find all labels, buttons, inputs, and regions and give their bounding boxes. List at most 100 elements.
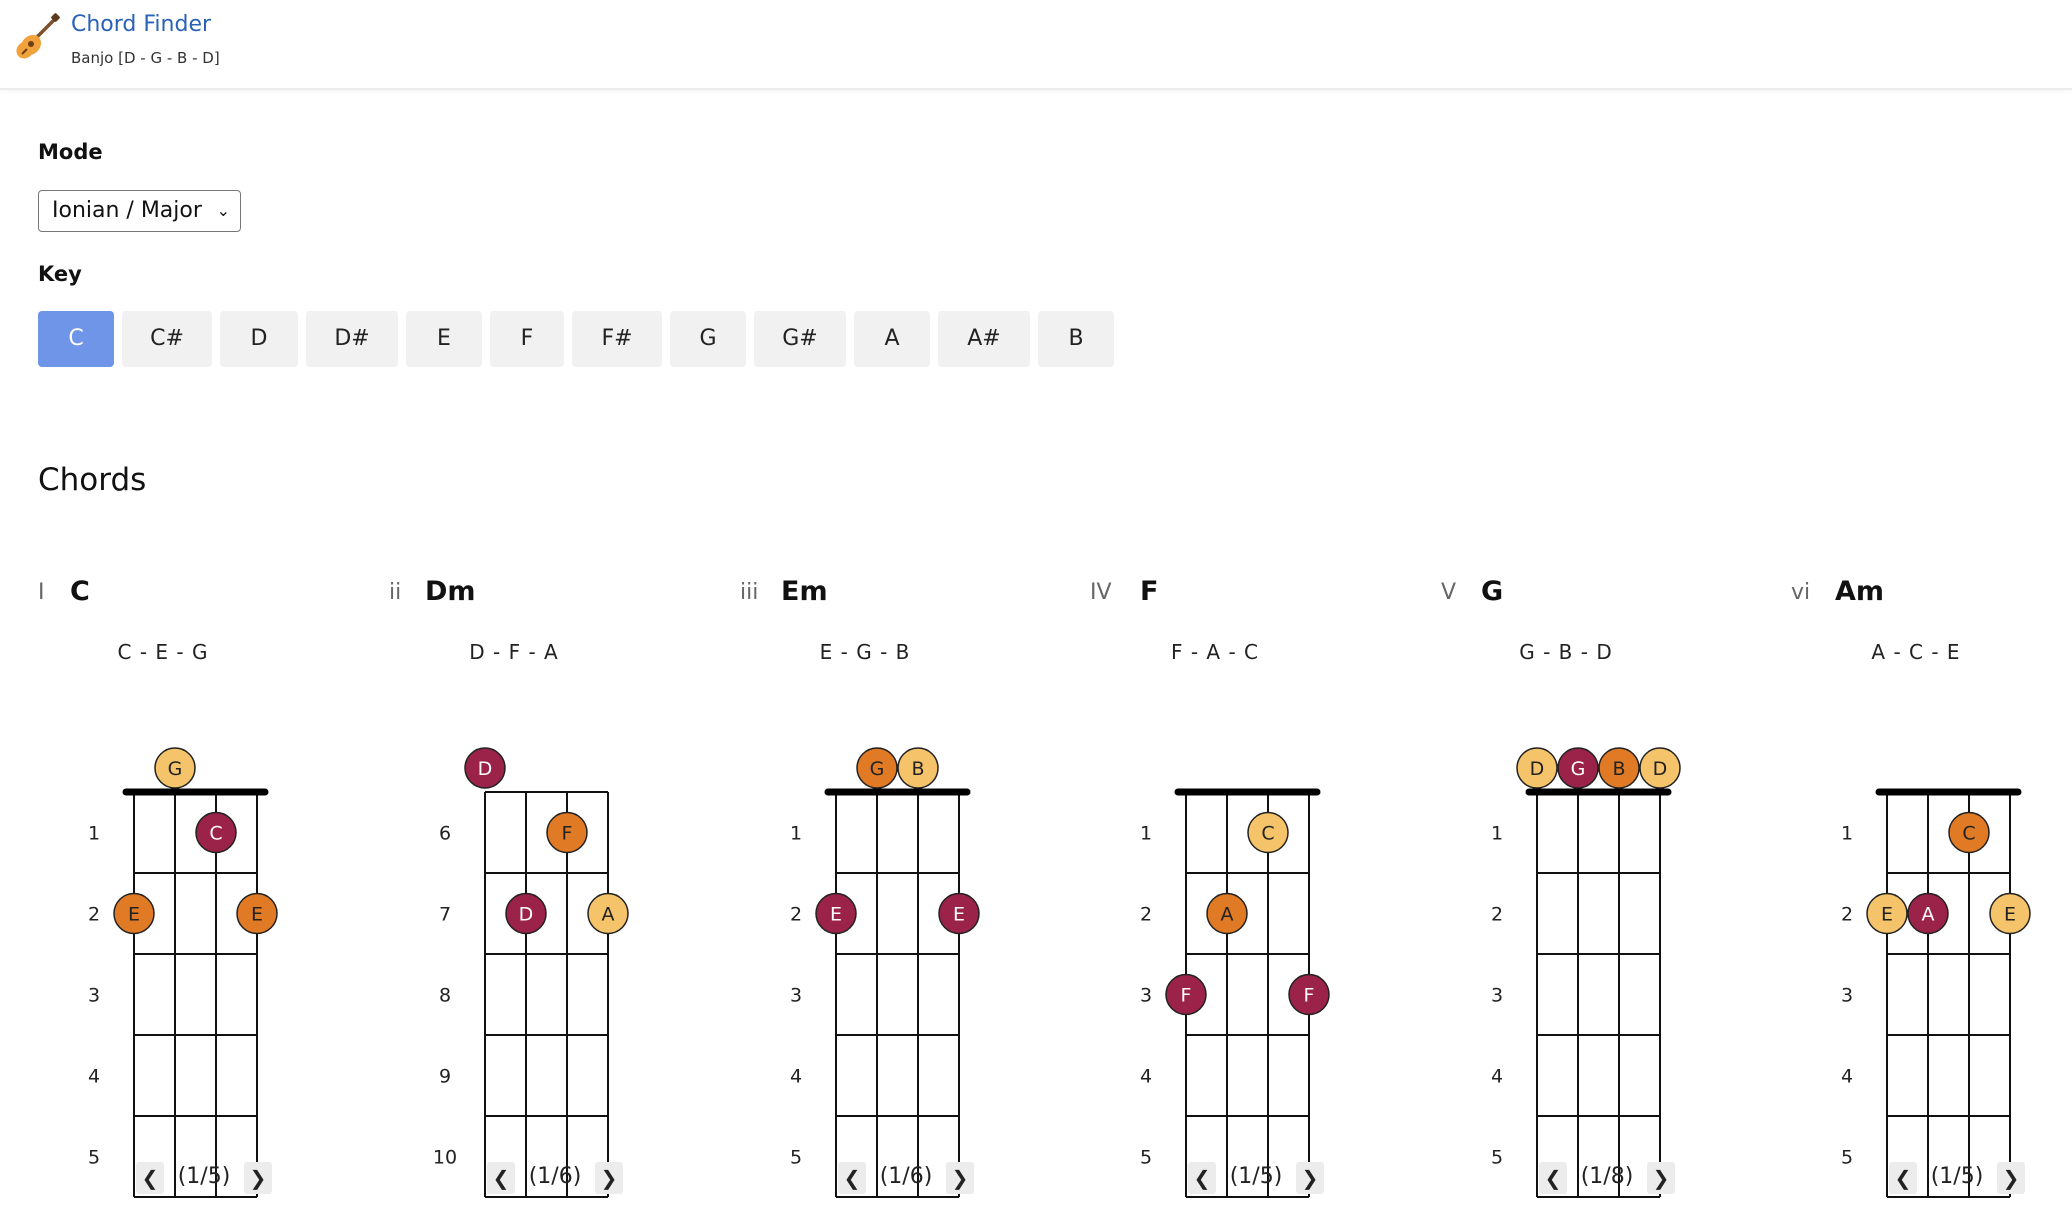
- note-dot-label: E: [953, 904, 965, 926]
- voicing-pager: ❮ (1/5) ❯: [1791, 1162, 2072, 1196]
- fret-number: 3: [790, 985, 802, 1007]
- note-dot-label: E: [2004, 904, 2016, 926]
- key-button-b[interactable]: B: [1038, 311, 1114, 367]
- chord-card: vi Am A - C - E 1 2 3 4 5 C E A E ❮ (1/5) ❯: [1791, 570, 2072, 1210]
- fret-number: 2: [1841, 904, 1853, 926]
- guitar-icon: [16, 13, 60, 59]
- voicing-pager: ❮ (1/8) ❯: [1441, 1162, 1771, 1196]
- chord-card: ICC - E - G 1 2 3 4 5 G C E E ❮ (1/5) ❯: [38, 570, 368, 1210]
- voicing-count: (1/6): [528, 1164, 582, 1189]
- fret-number: 7: [439, 904, 451, 926]
- note-dot-label: G: [1571, 758, 1586, 780]
- key-button-d[interactable]: D: [220, 311, 298, 367]
- note-dot: E: [113, 892, 155, 935]
- next-voicing-button[interactable]: ❯: [244, 1162, 272, 1194]
- prev-voicing-button[interactable]: ❮: [487, 1162, 515, 1194]
- next-voicing-button[interactable]: ❯: [595, 1162, 623, 1194]
- chord-card: iii Em E - G - B 1 2 3 4 5 G B E E ❮ (1/6) ❯: [740, 570, 1070, 1210]
- note-dot-label: E: [830, 904, 842, 926]
- prev-voicing-button[interactable]: ❮: [136, 1162, 164, 1194]
- note-dot-label: F: [1181, 985, 1192, 1007]
- prev-voicing-button[interactable]: ❮: [1889, 1162, 1917, 1194]
- mode-selected-value: Ionian / Major: [52, 198, 202, 223]
- note-dot: E: [815, 892, 857, 935]
- note-dot-label: E: [251, 904, 263, 926]
- fretboard-diagram: 12345GCE E: [88, 747, 278, 1198]
- note-dot-label: G: [870, 758, 885, 780]
- app-header: Chord Finder Banjo [D - G - B - D]: [0, 0, 2072, 90]
- app-title[interactable]: Chord Finder: [71, 12, 211, 37]
- note-dot: E: [236, 892, 278, 935]
- voicing-count: (1/8): [1580, 1164, 1634, 1189]
- fret-number: 1: [1841, 823, 1853, 845]
- note-dot-label: F: [562, 823, 573, 845]
- fret-number: 4: [88, 1066, 100, 1088]
- note-dot-label: D: [1653, 758, 1668, 780]
- fret-number: 4: [1491, 1066, 1503, 1088]
- voicing-count: (1/5): [1229, 1164, 1283, 1189]
- note-dot: A: [1206, 892, 1248, 935]
- fret-number: 1: [1491, 823, 1503, 845]
- note-dot-label: D: [1530, 758, 1545, 780]
- note-dot-label: A: [1221, 904, 1234, 926]
- key-button-f-sharp[interactable]: F#: [572, 311, 662, 367]
- next-voicing-button[interactable]: ❯: [1296, 1162, 1324, 1194]
- note-dot-label: G: [168, 758, 183, 780]
- note-dot-label: F: [1304, 985, 1315, 1007]
- fret-number: 2: [88, 904, 100, 926]
- fret-number: 1: [790, 823, 802, 845]
- key-button-g[interactable]: G: [670, 311, 746, 367]
- fretboard-diagram: 12345D G B D: [1491, 747, 1681, 1198]
- note-dot: F: [546, 811, 588, 854]
- key-button-a-sharp[interactable]: A#: [938, 311, 1030, 367]
- note-dot: D: [505, 892, 547, 935]
- note-dot: D: [1516, 747, 1558, 789]
- chord-card: ii Dm D - F - A 6 7 8 9 10 D F D A ❮ (1/6) ❯: [389, 570, 719, 1210]
- voicing-count: (1/5): [177, 1164, 231, 1189]
- voicing-pager: ❮ (1/5) ❯: [1090, 1162, 1420, 1196]
- next-voicing-button[interactable]: ❯: [1647, 1162, 1675, 1194]
- key-button-g-sharp[interactable]: G#: [754, 311, 846, 367]
- key-button-d-sharp[interactable]: D#: [306, 311, 398, 367]
- note-dot: C: [195, 811, 237, 854]
- fret-number: 8: [439, 985, 451, 1007]
- key-button-a[interactable]: A: [854, 311, 930, 367]
- note-dot-label: A: [602, 904, 615, 926]
- note-dot-label: D: [478, 758, 493, 780]
- voicing-pager: ❮ (1/5) ❯: [38, 1162, 368, 1196]
- note-dot-label: C: [1962, 823, 1975, 845]
- note-dot: G: [154, 747, 196, 789]
- mode-select[interactable]: Ionian / Major ⌄: [38, 190, 241, 232]
- note-dot-label: C: [1261, 823, 1274, 845]
- voicing-count: (1/6): [879, 1164, 933, 1189]
- prev-voicing-button[interactable]: ❮: [1539, 1162, 1567, 1194]
- note-dot: C: [1247, 811, 1289, 854]
- note-dot: F: [1165, 973, 1207, 1016]
- note-dot: C: [1948, 811, 1990, 854]
- key-button-c-sharp[interactable]: C#: [122, 311, 212, 367]
- note-dot: G: [856, 747, 898, 789]
- fret-number: 2: [1491, 904, 1503, 926]
- note-dot: D: [464, 747, 506, 789]
- note-dot: F: [1288, 973, 1330, 1016]
- note-dot-label: B: [1612, 758, 1625, 780]
- note-dot-label: C: [209, 823, 222, 845]
- fret-number: 2: [1140, 904, 1152, 926]
- note-dot: G: [1557, 747, 1599, 789]
- next-voicing-button[interactable]: ❯: [946, 1162, 974, 1194]
- fretboard-diagram: 12345CAF F: [1140, 788, 1330, 1198]
- note-dot: A: [1907, 892, 1949, 935]
- fretboard-diagram: 12345G BE E: [790, 747, 980, 1198]
- key-button-f[interactable]: F: [490, 311, 564, 367]
- next-voicing-button[interactable]: ❯: [1997, 1162, 2025, 1194]
- mode-label: Mode: [38, 140, 103, 164]
- fret-number: 4: [790, 1066, 802, 1088]
- key-button-c[interactable]: C: [38, 311, 114, 367]
- key-button-e[interactable]: E: [406, 311, 482, 367]
- fret-number: 2: [790, 904, 802, 926]
- prev-voicing-button[interactable]: ❮: [838, 1162, 866, 1194]
- note-dot-label: B: [911, 758, 924, 780]
- prev-voicing-button[interactable]: ❮: [1188, 1162, 1216, 1194]
- note-dot: E: [1866, 892, 1908, 935]
- note-dot-label: E: [128, 904, 140, 926]
